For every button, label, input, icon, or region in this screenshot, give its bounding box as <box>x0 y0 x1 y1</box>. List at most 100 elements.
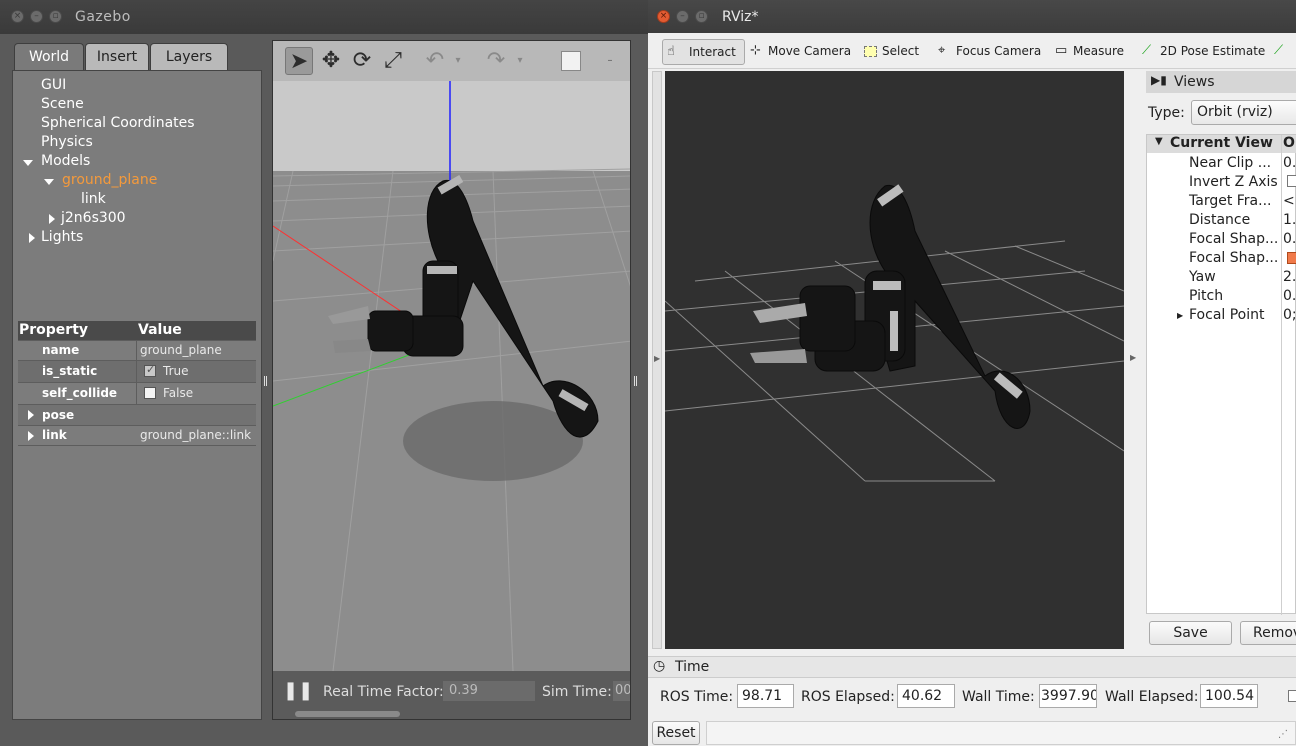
invert-z-checkbox[interactable] <box>1287 175 1296 187</box>
tab-layers[interactable]: Layers <box>150 43 228 71</box>
translate-icon[interactable]: ✥ <box>317 47 345 75</box>
close-icon[interactable]: × <box>657 10 670 23</box>
undo-icon[interactable]: ↶ <box>421 47 449 75</box>
chevron-down-icon[interactable]: ▾ <box>513 47 527 75</box>
prop-value[interactable]: 0. <box>1283 231 1296 247</box>
move-camera-icon: ⊹ <box>750 43 761 58</box>
scale-icon[interactable]: ⤢ <box>379 47 407 75</box>
rviz-3d-view[interactable] <box>665 71 1124 649</box>
property-value[interactable]: ground_plane <box>140 343 222 357</box>
column-divider <box>136 383 137 405</box>
views-panel: ▶▮ Views Type: Orbit (rviz) ▼ Current Vi… <box>1146 71 1296 649</box>
splitter-handle[interactable] <box>264 376 267 386</box>
measure-tool-button[interactable]: ▭ Measure <box>1051 39 1124 65</box>
horizontal-scrollbar[interactable] <box>295 711 400 717</box>
more-icon[interactable]: – <box>603 47 617 75</box>
maximize-icon[interactable]: ▫ <box>695 10 708 23</box>
gazebo-3d-view[interactable]: ➤ ✥ ⟳ ⤢ ↶ ▾ ↷ ▾ – ❚❚ Real Time Factor: 0… <box>272 40 631 720</box>
type-dropdown[interactable]: Orbit (rviz) <box>1191 100 1296 125</box>
property-row[interactable]: is_static ✓ True <box>18 361 256 383</box>
tree-item-link[interactable]: link <box>81 191 106 207</box>
tool-label: Interact <box>689 45 736 59</box>
expand-arrow-icon[interactable]: ▶ <box>1177 311 1183 320</box>
right-dock-splitter[interactable]: ▶ <box>1127 71 1139 649</box>
nav-goal-tool-button[interactable]: ⟋ <box>1270 39 1292 65</box>
ros-elapsed-field[interactable]: 40.62 <box>897 684 955 708</box>
expand-arrow-icon[interactable]: ▶ <box>1130 353 1136 362</box>
wall-time-label: Wall Time: <box>962 689 1035 705</box>
pose-estimate-tool-button[interactable]: ⟋ 2D Pose Estimate <box>1138 39 1265 65</box>
select-tool-button[interactable]: Select <box>860 39 919 65</box>
reset-button[interactable]: Reset <box>652 721 700 745</box>
pause-icon[interactable]: ❚❚ <box>283 680 313 701</box>
rviz-titlebar: × – ▫ RViz* <box>648 0 1296 33</box>
minimize-icon[interactable]: – <box>30 10 43 23</box>
maximize-icon[interactable]: ▫ <box>49 10 62 23</box>
tool-label: 2D Pose Estimate <box>1160 44 1266 58</box>
expand-arrow-icon[interactable] <box>28 410 34 420</box>
collapse-arrow-icon[interactable]: ▼ <box>1155 136 1163 147</box>
wall-elapsed-label: Wall Elapsed: <box>1105 689 1199 705</box>
tree-item-ground-plane[interactable]: ground_plane <box>62 172 157 188</box>
wall-elapsed-field[interactable]: 100.54 <box>1200 684 1258 708</box>
box-shape-icon[interactable] <box>557 47 585 75</box>
collapse-arrow-icon[interactable] <box>29 233 35 243</box>
gazebo-scene[interactable] <box>273 41 631 720</box>
property-key: pose <box>42 408 75 422</box>
interact-tool-button[interactable]: ☝ Interact <box>662 39 745 65</box>
collapse-arrow-icon[interactable] <box>49 214 55 224</box>
sim-time-field: 00 <box>613 681 630 701</box>
property-row[interactable]: link ground_plane::link <box>18 426 256 446</box>
chevron-down-icon[interactable]: ▾ <box>451 47 465 75</box>
prop-focal-point: Focal Point <box>1189 307 1265 323</box>
tree-item-models[interactable]: Models <box>41 153 90 169</box>
status-text-area <box>706 721 1296 745</box>
checkbox-checked[interactable]: ✓ <box>144 363 156 377</box>
expand-arrow-icon[interactable] <box>23 160 33 166</box>
focal-shape-checkbox[interactable] <box>1287 252 1296 264</box>
gazebo-status-bar: ❚❚ Real Time Factor: 0.39 Sim Time: 00 <box>273 671 630 719</box>
tree-item-spherical-coordinates[interactable]: Spherical Coordinates <box>41 115 195 131</box>
prop-value[interactable]: 0; <box>1283 307 1296 323</box>
property-row[interactable]: self_collide False <box>18 383 256 405</box>
property-row[interactable]: name ground_plane <box>18 341 256 361</box>
remove-button[interactable]: Remov <box>1240 621 1296 645</box>
move-camera-tool-button[interactable]: ⊹ Move Camera <box>746 39 851 65</box>
tab-world[interactable]: World <box>14 43 84 71</box>
property-header: Property Value <box>18 321 256 341</box>
current-view-value: O <box>1283 135 1295 151</box>
focus-camera-tool-button[interactable]: ⌖ Focus Camera <box>934 39 1041 65</box>
property-row[interactable]: pose <box>18 405 256 426</box>
prop-value[interactable]: 0. <box>1283 155 1296 171</box>
tab-insert[interactable]: Insert <box>85 43 149 71</box>
prop-value[interactable]: 1. <box>1283 212 1296 228</box>
expand-arrow-icon[interactable] <box>28 431 34 441</box>
tree-item-lights[interactable]: Lights <box>41 229 83 245</box>
prop-value[interactable]: <F <box>1283 193 1296 209</box>
resize-grip-icon[interactable]: ⋰ <box>1278 729 1288 740</box>
minimize-icon[interactable]: – <box>676 10 689 23</box>
type-label: Type: <box>1148 105 1185 121</box>
wall-time-field[interactable]: 3997.90 <box>1039 684 1097 708</box>
select-arrow-icon[interactable]: ➤ <box>285 47 313 75</box>
tree-item-gui[interactable]: GUI <box>41 77 66 93</box>
splitter-handle[interactable] <box>634 376 637 386</box>
experimental-checkbox[interactable] <box>1288 690 1296 702</box>
left-dock-collapse[interactable]: ▶ <box>652 71 662 649</box>
current-view-row[interactable]: ▼ Current View O <box>1147 135 1296 153</box>
expand-arrow-icon[interactable] <box>44 179 54 185</box>
tree-item-j2n6s300[interactable]: j2n6s300 <box>61 210 126 226</box>
prop-value[interactable]: 0. <box>1283 288 1296 304</box>
prop-value[interactable]: 2. <box>1283 269 1296 285</box>
checkbox-unchecked[interactable] <box>144 387 156 399</box>
redo-icon[interactable]: ↷ <box>482 47 510 75</box>
tree-item-physics[interactable]: Physics <box>41 134 93 150</box>
close-icon[interactable]: × <box>11 10 24 23</box>
rviz-scene[interactable] <box>665 71 1124 649</box>
views-title: Views <box>1174 74 1215 90</box>
tree-item-scene[interactable]: Scene <box>41 96 84 112</box>
save-button[interactable]: Save <box>1149 621 1232 645</box>
expand-arrow-icon[interactable]: ▶ <box>654 354 660 363</box>
ros-time-field[interactable]: 98.71 <box>737 684 794 708</box>
rotate-icon[interactable]: ⟳ <box>348 47 376 75</box>
